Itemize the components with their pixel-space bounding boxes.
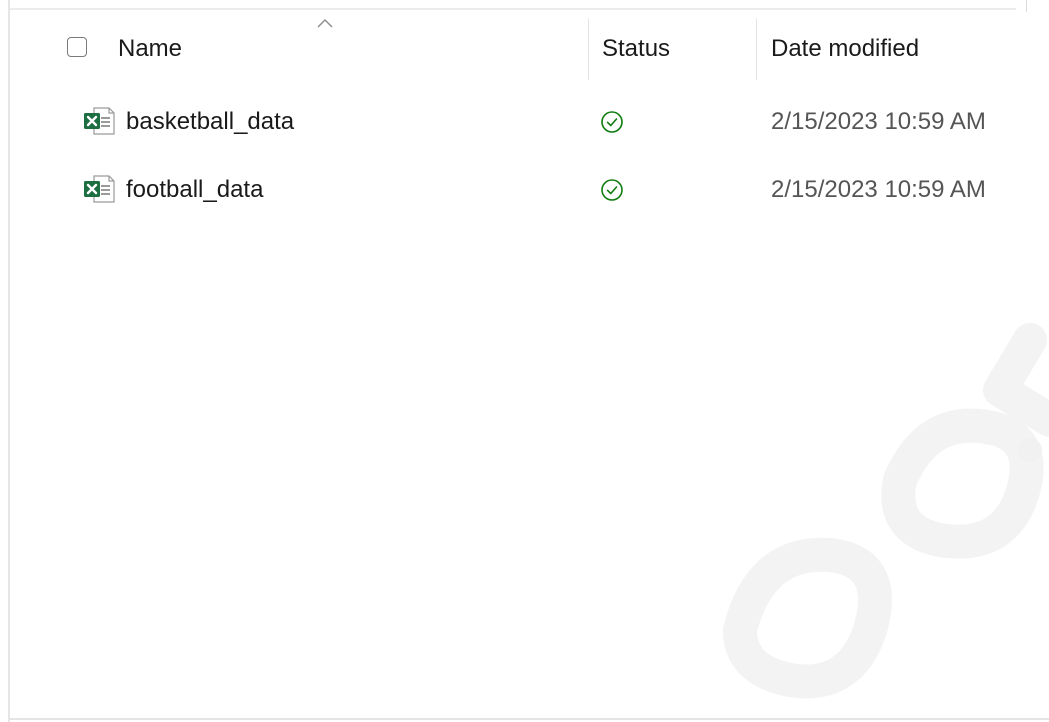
column-header-row: Name Status Date modified: [10, 18, 1049, 80]
file-list: basketball_data 2/15/2023 10:59 AM footb…: [10, 88, 1049, 224]
pane-top-right-divider: [1026, 0, 1027, 12]
file-row-football-data[interactable]: football_data 2/15/2023 10:59 AM: [10, 156, 1049, 224]
column-resize-handle-name[interactable]: [588, 18, 589, 80]
available-check-icon: [601, 179, 623, 201]
excel-file-icon: [84, 107, 115, 135]
pane-bottom-border: [10, 718, 1049, 720]
file-name: basketball_data: [126, 108, 295, 135]
column-header-date-modified[interactable]: Date modified: [771, 18, 1049, 80]
file-date-modified: 2/15/2023 10:59 AM: [771, 108, 986, 135]
column-header-name[interactable]: Name: [118, 18, 588, 80]
file-date-modified: 2/15/2023 10:59 AM: [771, 176, 986, 203]
pane-top-border: [10, 8, 1016, 10]
column-resize-handle-status[interactable]: [756, 18, 757, 80]
file-explorer-window: Name Status Date modified basketball_dat…: [0, 0, 1049, 722]
available-check-icon: [601, 111, 623, 133]
file-row-basketball-data[interactable]: basketball_data 2/15/2023 10:59 AM: [10, 88, 1049, 156]
column-header-status[interactable]: Status: [602, 18, 752, 80]
select-all-checkbox[interactable]: [67, 37, 87, 57]
excel-file-icon: [84, 175, 115, 203]
watermark-graphic: [722, 323, 1049, 699]
file-name: football_data: [126, 176, 264, 203]
